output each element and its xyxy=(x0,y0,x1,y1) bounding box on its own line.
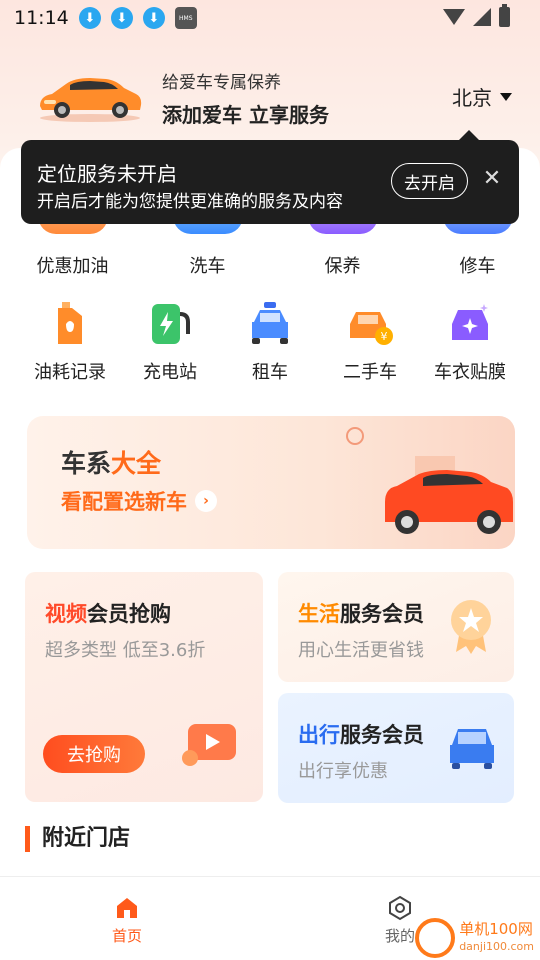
close-icon[interactable]: ✕ xyxy=(481,168,503,190)
card-title-highlight: 视频 xyxy=(45,602,87,626)
card-subtitle: 用心生活更省钱 xyxy=(298,640,424,661)
banner-subtitle-row: 看配置选新车 › xyxy=(61,486,217,516)
blue-car-icon xyxy=(450,729,494,769)
add-car-prompt[interactable]: 给爱车专属保养 添加爱车 立享服务 xyxy=(162,68,329,128)
service-car-rental[interactable]: 租车 xyxy=(222,300,318,384)
service-label: 油耗记录 xyxy=(34,362,106,383)
watermark-url: danji100.com xyxy=(459,940,534,953)
chevron-right-icon: › xyxy=(195,490,217,512)
car-illustration-icon[interactable] xyxy=(36,72,144,122)
header-subtitle: 给爱车专属保养 xyxy=(162,73,281,93)
city-selector[interactable]: 北京 xyxy=(452,82,512,111)
charging-station-icon xyxy=(152,304,190,344)
tab-home-label: 首页 xyxy=(112,927,143,945)
tab-mine[interactable]: 我的 xyxy=(385,895,415,946)
settings-hex-icon xyxy=(389,895,411,921)
service-label: 洗车 xyxy=(189,256,226,277)
service-car-film[interactable]: 车衣贴膜 xyxy=(422,300,518,384)
city-label: 北京 xyxy=(452,86,492,110)
car-film-icon xyxy=(452,304,488,340)
header: 给爱车专属保养 添加爱车 立享服务 北京 xyxy=(0,60,540,140)
life-membership-card[interactable]: 生活服务会员 用心生活更省钱 xyxy=(278,572,514,682)
service-used-car[interactable]: ¥ 二手车 xyxy=(322,300,418,384)
hms-icon: HMS xyxy=(174,7,197,29)
card-subtitle: 出行享优惠 xyxy=(298,761,388,782)
service-label: 保养 xyxy=(324,256,361,277)
card-title: 视频会员抢购 xyxy=(45,598,171,628)
app-root: 11:14 ⬇ ⬇ ⬇ HMS 给爱车专属保养 添加爱车 立享服务 北京 定位服… xyxy=(0,0,540,960)
card-title-rest: 服务会员 xyxy=(340,602,424,626)
play-icon xyxy=(182,724,236,766)
banner-title-a: 车系 xyxy=(61,449,112,478)
car-rental-icon xyxy=(252,302,288,344)
card-title: 出行服务会员 xyxy=(298,719,424,749)
card-subtitle: 超多类型 低至3.6折 xyxy=(45,640,206,661)
service-label: 充电站 xyxy=(143,362,197,383)
tip-pointer xyxy=(459,130,479,140)
car-series-banner[interactable]: 车系大全 看配置选新车 › xyxy=(27,416,515,549)
watermark-logo-icon xyxy=(415,918,456,958)
status-time: 11:14 xyxy=(14,7,69,29)
svg-text:¥: ¥ xyxy=(381,330,388,343)
watermark-text: 单机100网 danji100.com xyxy=(459,921,534,955)
buy-now-button[interactable]: 去抢购 xyxy=(43,735,145,773)
caret-down-icon xyxy=(500,92,512,101)
used-car-icon: ¥ xyxy=(350,312,393,345)
tip-title: 定位服务未开启 xyxy=(37,162,177,186)
service-label: 租车 xyxy=(252,362,288,383)
watermark-name: 单机100网 xyxy=(459,920,533,938)
service-label: 修车 xyxy=(459,256,496,277)
service-charging-station[interactable]: 充电站 xyxy=(122,300,218,384)
medal-icon xyxy=(451,600,491,654)
secondary-services: 油耗记录 充电站 租车 ¥ 二手车 车衣贴膜 xyxy=(22,300,518,384)
enable-location-button[interactable]: 去开启 xyxy=(391,163,468,199)
tab-mine-label: 我的 xyxy=(385,927,416,945)
card-title-highlight: 生活 xyxy=(298,602,340,626)
travel-membership-card[interactable]: 出行服务会员 出行享优惠 xyxy=(278,693,514,803)
card-title-rest: 服务会员 xyxy=(340,723,424,747)
fuel-record-icon xyxy=(58,302,82,344)
battery-icon xyxy=(499,4,510,27)
tip-description: 开启后才能为您提供更准确的服务及内容 xyxy=(37,192,343,212)
banner-title-b: 大全 xyxy=(111,449,162,478)
banner-title: 车系大全 xyxy=(61,444,161,480)
header-title: 添加爱车 立享服务 xyxy=(162,103,329,127)
service-fuel-record[interactable]: 油耗记录 xyxy=(22,300,118,384)
tab-home[interactable]: 首页 xyxy=(112,895,142,946)
download-icon: ⬇ xyxy=(142,7,165,29)
home-icon xyxy=(117,898,137,918)
card-title: 生活服务会员 xyxy=(298,598,424,628)
watermark: 单机100网 danji100.com xyxy=(415,918,534,958)
location-tip: 定位服务未开启 开启后才能为您提供更准确的服务及内容 去开启 ✕ xyxy=(21,130,519,224)
service-label: 车衣贴膜 xyxy=(434,362,506,383)
status-bar: 11:14 ⬇ ⬇ ⬇ HMS xyxy=(0,0,540,36)
video-membership-card[interactable]: 视频会员抢购 超多类型 低至3.6折 去抢购 xyxy=(25,572,263,802)
red-car-illustration-icon xyxy=(346,427,513,534)
card-title-rest: 会员抢购 xyxy=(87,602,171,626)
signal-icon xyxy=(473,8,491,26)
banner-subtitle: 看配置选新车 xyxy=(61,490,187,514)
status-indicators xyxy=(443,4,510,27)
download-icon: ⬇ xyxy=(110,7,133,29)
service-label: 二手车 xyxy=(343,362,397,383)
download-icon: ⬇ xyxy=(78,7,101,29)
nearby-stores-title: 附近门店 xyxy=(25,826,130,852)
wifi-icon xyxy=(443,9,465,25)
card-title-highlight: 出行 xyxy=(298,723,340,747)
service-label: 优惠加油 xyxy=(36,256,109,277)
